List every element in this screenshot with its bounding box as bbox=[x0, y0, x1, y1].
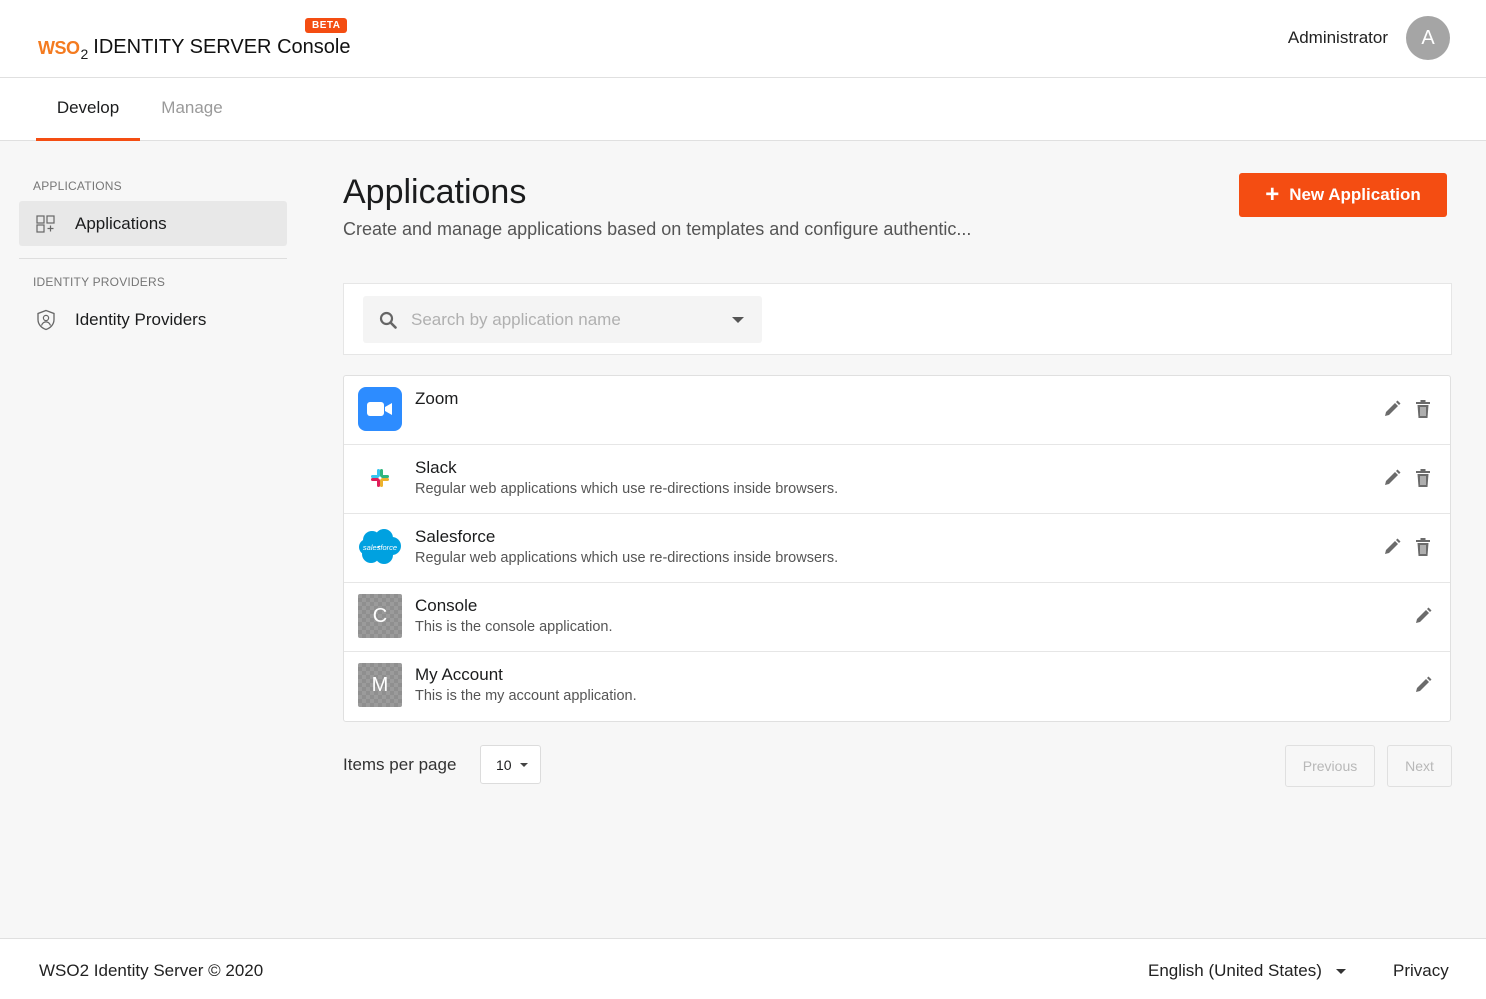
applications-grid-icon bbox=[35, 213, 57, 235]
row-actions bbox=[1372, 398, 1434, 420]
salesforce-icon: salesforce bbox=[358, 525, 402, 569]
slack-icon bbox=[358, 456, 402, 500]
list-item[interactable]: C Console This is the console applicatio… bbox=[344, 583, 1450, 652]
items-per-page-label: Items per page bbox=[343, 755, 457, 774]
sidebar-item-label: Identity Providers bbox=[75, 309, 207, 329]
logo-product-suffix: Console bbox=[277, 36, 351, 58]
edit-icon[interactable] bbox=[1381, 398, 1403, 420]
edit-icon[interactable] bbox=[1381, 536, 1403, 558]
search-placeholder: Search by application name bbox=[411, 309, 621, 329]
app-description: Regular web applications which use re-di… bbox=[415, 481, 839, 497]
list-item[interactable]: Zoom bbox=[344, 376, 1450, 445]
sidebar-item-identity-providers[interactable]: Identity Providers bbox=[19, 297, 287, 342]
search-panel: Search by application name bbox=[343, 283, 1452, 355]
footer: WSO2 Identity Server © 2020 English (Uni… bbox=[0, 938, 1486, 999]
sidebar-heading-identity-providers: IDENTITY PROVIDERS bbox=[33, 275, 166, 289]
tab-develop[interactable]: Develop bbox=[36, 78, 140, 141]
app-description: This is the my account application. bbox=[415, 688, 637, 704]
tab-manage[interactable]: Manage bbox=[140, 78, 244, 141]
next-button[interactable]: Next bbox=[1387, 745, 1452, 787]
list-item[interactable]: M My Account This is the my account appl… bbox=[344, 652, 1450, 721]
language-selector[interactable]: English (United States) bbox=[1148, 961, 1346, 981]
row-actions bbox=[1372, 467, 1434, 489]
row-actions bbox=[1403, 605, 1434, 627]
delete-icon[interactable] bbox=[1412, 536, 1434, 558]
top-header: WSO 2 IDENTITY SERVER Console BETA Admin… bbox=[0, 0, 1486, 78]
row-actions bbox=[1403, 674, 1434, 696]
search-filter-dropdown-icon[interactable] bbox=[732, 316, 744, 323]
edit-icon[interactable] bbox=[1412, 605, 1434, 627]
user-menu[interactable]: Administrator A bbox=[1288, 16, 1450, 60]
shield-user-icon bbox=[35, 309, 57, 331]
app-name[interactable]: Zoom bbox=[415, 389, 458, 409]
app-name[interactable]: Console bbox=[415, 596, 477, 616]
delete-icon[interactable] bbox=[1412, 467, 1434, 489]
app-name[interactable]: Slack bbox=[415, 458, 457, 478]
page-subtitle: Create and manage applications based on … bbox=[343, 219, 972, 239]
user-name: Administrator bbox=[1287, 28, 1388, 47]
new-application-button[interactable]: + New Application bbox=[1239, 173, 1447, 217]
logo-two-text: 2 bbox=[80, 46, 89, 62]
app-name[interactable]: Salesforce bbox=[415, 527, 495, 547]
app-description: This is the console application. bbox=[415, 619, 613, 635]
chevron-down-icon bbox=[1335, 968, 1346, 974]
main-tabs: Develop Manage bbox=[0, 78, 1486, 141]
previous-button[interactable]: Previous bbox=[1285, 745, 1375, 787]
pagination: Items per page 10 Previous Next bbox=[343, 745, 1452, 787]
language-label: English (United States) bbox=[1148, 961, 1322, 980]
app-name[interactable]: My Account bbox=[415, 665, 503, 685]
console-letter-avatar: C bbox=[358, 594, 402, 638]
row-actions bbox=[1372, 536, 1434, 558]
app-description: Regular web applications which use re-di… bbox=[415, 550, 839, 566]
search-input[interactable]: Search by application name bbox=[363, 296, 762, 343]
list-item[interactable]: salesforce Salesforce Regular web applic… bbox=[344, 514, 1450, 583]
chevron-down-icon bbox=[519, 762, 528, 767]
salesforce-logo-text: salesforce bbox=[363, 543, 397, 552]
sidebar-item-label: Applications bbox=[75, 213, 167, 233]
zoom-icon bbox=[358, 387, 402, 431]
items-per-page-value: 10 bbox=[496, 756, 512, 773]
copyright: WSO2 Identity Server © 2020 bbox=[39, 961, 264, 980]
beta-badge: BETA bbox=[305, 18, 348, 33]
items-per-page-select[interactable]: 10 bbox=[480, 745, 541, 784]
plus-icon: + bbox=[1265, 181, 1280, 208]
sidebar-item-applications[interactable]: Applications bbox=[19, 201, 287, 246]
delete-icon[interactable] bbox=[1412, 398, 1434, 420]
avatar[interactable]: A bbox=[1406, 16, 1450, 60]
logo-product-bold: IDENTITY SERVER bbox=[93, 36, 272, 58]
sidebar-divider bbox=[19, 258, 287, 259]
wso2-logo[interactable]: WSO 2 IDENTITY SERVER Console bbox=[38, 36, 350, 62]
page-title: Applications bbox=[343, 173, 527, 211]
logo-wso-text: WSO bbox=[38, 38, 80, 58]
list-item[interactable]: Slack Regular web applications which use… bbox=[344, 445, 1450, 514]
search-icon bbox=[379, 311, 397, 329]
edit-icon[interactable] bbox=[1412, 674, 1434, 696]
my-account-letter-avatar: M bbox=[358, 663, 402, 707]
privacy-link[interactable]: Privacy bbox=[1393, 961, 1449, 981]
new-application-label: New Application bbox=[1289, 185, 1421, 204]
logo-product-name: IDENTITY SERVER Console bbox=[93, 36, 350, 59]
edit-icon[interactable] bbox=[1381, 467, 1403, 489]
sidebar-heading-applications: APPLICATIONS bbox=[33, 179, 122, 193]
sidebar: APPLICATIONS Applications IDENTITY PROVI… bbox=[19, 141, 287, 342]
applications-list: Zoom Slack Regular web applications whic… bbox=[343, 375, 1451, 722]
